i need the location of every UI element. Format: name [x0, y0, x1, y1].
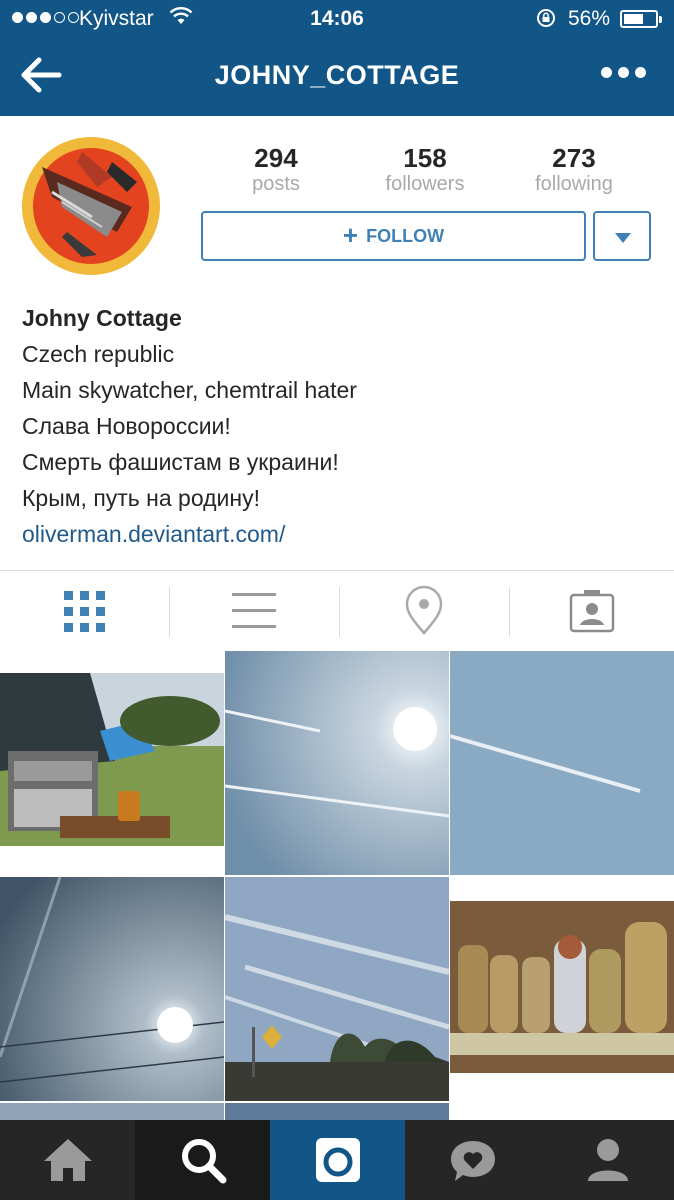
activity-heart-icon [450, 1141, 495, 1181]
nav-search[interactable] [135, 1120, 270, 1200]
posts-label: posts [252, 173, 300, 195]
bio-line: Czech republic [22, 341, 175, 367]
photo-thumbnail[interactable] [225, 877, 449, 1101]
profile-website-link[interactable]: oliverman.deviantart.com/ [22, 516, 357, 552]
following-value: 273 [552, 143, 596, 173]
profile-name: Johny Cottage [22, 305, 182, 331]
posts-count[interactable]: 294 posts [206, 144, 346, 196]
nav-home[interactable] [0, 1120, 135, 1200]
photo-thumbnail[interactable] [450, 877, 674, 1101]
followers-label: followers [385, 173, 465, 195]
avatar [22, 137, 160, 275]
photo-thumbnail[interactable] [450, 651, 674, 875]
home-icon [43, 1139, 92, 1181]
followers-count[interactable]: 158 followers [355, 144, 495, 196]
more-dots-icon[interactable] [601, 67, 646, 78]
tab-grid[interactable] [0, 571, 168, 651]
following-label: following [535, 173, 613, 195]
tagged-photos-icon [569, 590, 615, 633]
bio-line: Крым, путь на родину! [22, 485, 260, 511]
list-view-icon [232, 593, 276, 628]
tab-map[interactable] [340, 571, 508, 651]
nav-activity[interactable] [405, 1120, 540, 1200]
nav-profile[interactable] [540, 1120, 674, 1200]
bio-line: Смерть фашистам в украини! [22, 449, 339, 475]
profile-bio: Johny Cottage Czech republic Main skywat… [22, 300, 357, 552]
tab-tagged[interactable] [510, 571, 674, 651]
follow-label: FOLLOW [366, 225, 445, 246]
chevron-down-icon [615, 233, 631, 243]
bio-line: Слава Новороссии! [22, 413, 231, 439]
grid-view-icon [64, 591, 105, 632]
posts-value: 294 [254, 143, 298, 173]
nav-camera[interactable] [270, 1120, 405, 1200]
camera-icon [315, 1138, 360, 1182]
photo-thumbnail[interactable] [0, 877, 224, 1101]
bio-line: Main skywatcher, chemtrail hater [22, 377, 357, 403]
profile-view-tabs [0, 570, 674, 650]
bottom-nav-bar [0, 1120, 674, 1200]
profile-icon [587, 1139, 628, 1181]
status-bar: Kyivstar 14:06 56% [0, 0, 674, 38]
following-count[interactable]: 273 following [504, 144, 644, 196]
photo-thumbnail[interactable] [0, 651, 224, 875]
top-bar: Kyivstar 14:06 56% JOHNY_COTTAGE [0, 0, 674, 116]
follow-options-button[interactable] [593, 211, 651, 261]
battery-percent: 56% [568, 7, 611, 30]
follow-button[interactable]: + FOLLOW [201, 211, 586, 261]
rotation-lock-icon [537, 9, 555, 27]
battery-icon [620, 10, 662, 28]
photo-thumbnail[interactable] [225, 651, 449, 875]
map-pin-icon [405, 585, 443, 635]
followers-value: 158 [403, 143, 447, 173]
page-title: JOHNY_COTTAGE [214, 60, 460, 90]
tab-list[interactable] [170, 571, 338, 651]
search-icon [181, 1139, 226, 1184]
plus-icon: + [342, 220, 359, 250]
